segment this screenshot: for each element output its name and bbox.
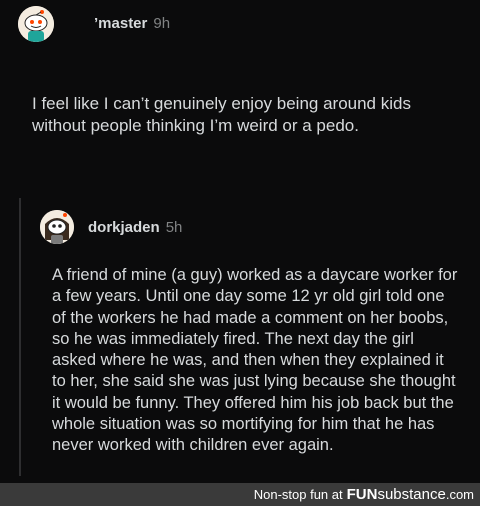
post: ’master 9h I feel like I can’t genuinely… xyxy=(0,0,480,170)
post-username[interactable]: ’master xyxy=(94,15,147,32)
reply-timestamp: 5h xyxy=(165,219,183,236)
watermark-brand-tld: .com xyxy=(445,487,474,502)
post-meta: ’master 9h xyxy=(94,15,170,32)
reply-username[interactable]: dorkjaden xyxy=(88,219,160,236)
thread-line[interactable] xyxy=(19,198,21,476)
reply-avatar-icon[interactable] xyxy=(40,210,74,244)
reply-body: A friend of mine (a guy) worked as a day… xyxy=(52,266,458,455)
watermark-brand-rest: substance xyxy=(377,486,446,503)
reply-meta: dorkjaden 5h xyxy=(88,219,182,236)
post-body: I feel like I can’t genuinely enjoy bein… xyxy=(32,94,411,135)
watermark-prefix: Non-stop fun at xyxy=(253,487,343,502)
user-avatar-icon[interactable] xyxy=(18,6,54,42)
watermark-bar: Non-stop fun at FUN substance .com xyxy=(0,483,480,506)
post-timestamp: 9h xyxy=(153,15,171,32)
watermark-brand-bold: FUN xyxy=(346,486,378,503)
